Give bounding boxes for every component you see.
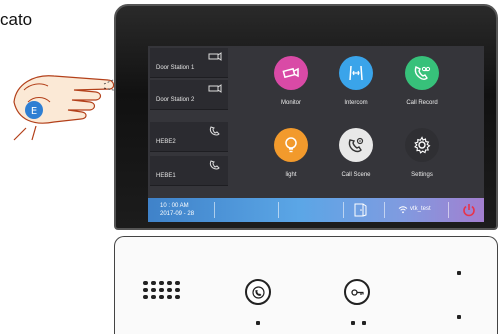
sidebar-item-hebe1[interactable]: HEBE1 xyxy=(150,156,228,186)
svg-text:E: E xyxy=(31,106,37,117)
control-panel xyxy=(114,236,498,334)
bulb-icon xyxy=(285,137,297,153)
time-text: 10 : 00 AM xyxy=(160,203,189,209)
camera-icon xyxy=(282,67,299,79)
intercom-icon xyxy=(349,65,363,81)
settings-label: Settings xyxy=(411,172,433,178)
call-scene-label: Call Scene xyxy=(341,172,371,178)
indicator-dot xyxy=(362,321,366,325)
door-icon[interactable] xyxy=(352,203,368,217)
indicator-dot xyxy=(351,321,355,325)
date-text: 2017-09 - 28 xyxy=(160,211,195,217)
monitor-label: Monitor xyxy=(280,100,301,106)
screen-bezel: Door Station 1 Door Station 2 HEBE2 HEBE… xyxy=(114,4,498,230)
canvas: cato E Door Station 1 Door Station 2 HEB… xyxy=(0,0,498,334)
wifi-name: vtk_test xyxy=(410,206,431,212)
talk-icon xyxy=(252,286,265,299)
divider xyxy=(278,202,279,218)
voicemail-icon xyxy=(414,66,431,80)
talk-button[interactable] xyxy=(245,279,271,305)
touch-screen: Door Station 1 Door Station 2 HEBE2 HEBE… xyxy=(148,46,484,222)
indicator-dot xyxy=(457,271,461,275)
monitor-button[interactable] xyxy=(274,56,308,90)
light-button[interactable] xyxy=(274,128,308,162)
phone-icon xyxy=(209,160,220,170)
indicator-dot xyxy=(457,315,461,319)
hand-illustration: E xyxy=(13,75,123,141)
sidebar-item-label: Door Station 2 xyxy=(156,97,195,103)
indoor-monitor-device: Door Station 1 Door Station 2 HEBE2 HEBE… xyxy=(114,4,498,334)
key-icon xyxy=(351,289,364,296)
status-bar: 10 : 00 AM 2017-09 - 28 vtk_test xyxy=(148,198,484,222)
phone-icon xyxy=(209,126,220,136)
intercom-button[interactable] xyxy=(339,56,373,90)
sidebar-item-label: HEBE1 xyxy=(156,173,176,179)
sidebar-item-door-station-1[interactable]: Door Station 1 xyxy=(150,48,228,78)
divider xyxy=(448,202,449,218)
divider xyxy=(343,202,344,218)
call-scene-button[interactable] xyxy=(339,128,373,162)
indicator-dot xyxy=(256,321,260,325)
divider xyxy=(384,202,385,218)
gear-icon xyxy=(414,136,431,154)
intercom-label: Intercom xyxy=(344,100,368,106)
corner-text: cato xyxy=(0,10,33,29)
sidebar-item-hebe2[interactable]: HEBE2 xyxy=(150,122,228,152)
clock: 10 : 00 AM 2017-09 - 28 xyxy=(160,202,194,218)
call-settings-icon xyxy=(348,137,364,153)
sidebar-item-door-station-2[interactable]: Door Station 2 xyxy=(150,80,228,110)
camera-icon xyxy=(208,84,222,93)
power-icon[interactable] xyxy=(462,203,476,217)
sidebar: Door Station 1 Door Station 2 HEBE2 HEBE… xyxy=(148,46,230,198)
sidebar-item-label: Door Station 1 xyxy=(156,65,195,71)
wifi-icon xyxy=(398,206,408,214)
settings-button[interactable] xyxy=(405,128,439,162)
unlock-button[interactable] xyxy=(344,279,370,305)
divider xyxy=(214,202,215,218)
call-record-button[interactable] xyxy=(405,56,439,90)
call-record-label: Call Record xyxy=(406,100,438,106)
camera-icon xyxy=(208,52,222,61)
light-label: light xyxy=(285,172,297,178)
sidebar-item-label: HEBE2 xyxy=(156,139,176,145)
